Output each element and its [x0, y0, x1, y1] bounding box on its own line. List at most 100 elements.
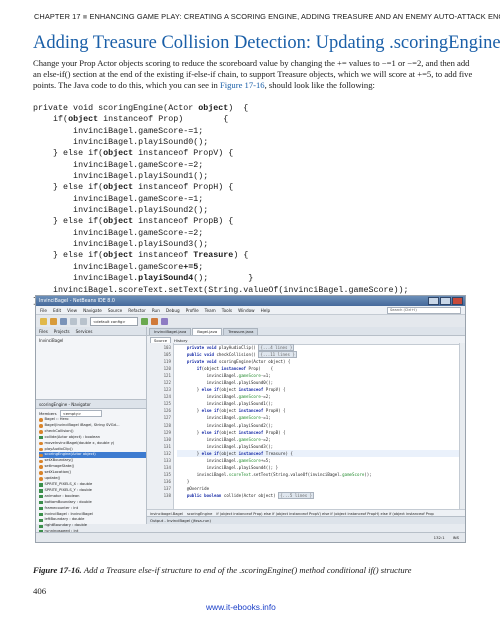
code-line[interactable]: public boolean collide(Actor object) {..… — [177, 491, 465, 499]
line-number: 134 — [163, 464, 171, 470]
tab-projects[interactable]: Projects — [54, 329, 70, 334]
line-number: 136 — [163, 478, 171, 484]
status-mode: INS — [452, 535, 459, 540]
menu-item-team[interactable]: Team — [205, 308, 216, 313]
run-icon[interactable] — [141, 317, 148, 325]
maximize-icon[interactable] — [440, 297, 451, 305]
line-number: 121 — [163, 373, 171, 379]
code-line[interactable]: invinciBagel.gameScore-=2; — [177, 393, 465, 400]
code-line[interactable]: invinciBagel.scoreText.setText(String.va… — [177, 471, 465, 478]
line-number: 132 — [163, 450, 171, 456]
status-bar: 132:1 INS — [36, 532, 465, 542]
editor-tab[interactable]: Treasure.java — [223, 327, 259, 335]
code-line[interactable]: @Override — [177, 485, 465, 492]
menu-item-window[interactable]: Window — [238, 308, 255, 313]
line-number: 105 — [163, 352, 171, 358]
editor-lines[interactable]: private void playAudioClip() {...4 lines… — [174, 343, 465, 510]
menu-item-tools[interactable]: Tools — [222, 308, 232, 313]
line-number: 120 — [163, 366, 171, 372]
navigator-filter-select[interactable]: <empty> — [59, 409, 102, 417]
config-combo[interactable]: <default config> — [90, 316, 138, 326]
code-line[interactable]: invinciBagel.gameScore-=2; — [177, 436, 465, 443]
menu-item-help[interactable]: Help — [261, 308, 271, 313]
project-tabs: Files Projects Services — [36, 327, 146, 336]
code-line: invinciBagel.gameScore+=5; — [33, 261, 204, 272]
code-line[interactable]: private void playAudioClip() {...4 lines… — [177, 344, 465, 351]
redo-icon[interactable] — [80, 317, 87, 325]
code-line: } else if(object instanceof PropH) { — [33, 182, 234, 193]
code-line[interactable]: private void scoringEngine(Actor object)… — [177, 358, 465, 365]
field-icon — [39, 512, 43, 517]
code-line[interactable]: if(object instanceof Prop) { — [177, 365, 465, 372]
menu-item-view[interactable]: View — [67, 308, 77, 313]
caption-text: Add a Treasure else-if structure to end … — [83, 565, 412, 575]
menu-item-debug[interactable]: Debug — [166, 308, 180, 313]
code-line[interactable]: invinciBagel.playiSound4(); } — [177, 464, 465, 471]
page-number: 406 — [33, 586, 47, 596]
debug-icon[interactable] — [151, 317, 158, 325]
breadcrumb-item[interactable]: scoringEngine — [187, 512, 212, 516]
minimize-icon[interactable] — [428, 297, 439, 305]
code-line[interactable]: } else if(object instanceof Treasure) { — [177, 449, 465, 457]
undo-icon[interactable] — [70, 317, 77, 325]
code-line: invinciBagel.playiSound4(); } — [33, 273, 254, 284]
code-line[interactable]: public void checkCollision() {...11 line… — [177, 351, 465, 359]
output-tab[interactable]: Output - InvinciBagel (jfxsa-run) — [147, 516, 465, 524]
save-all-icon[interactable] — [60, 317, 67, 325]
code-line[interactable]: } else if(object instanceof PropV) { — [177, 386, 465, 393]
tab-services[interactable]: Services — [76, 329, 93, 334]
code-line[interactable]: } — [177, 478, 465, 485]
code-line[interactable]: invinciBagel.gameScore-=1; — [177, 372, 465, 379]
editor-tab[interactable]: Bagel.java — [192, 327, 223, 335]
editor-mode-history[interactable]: History — [174, 338, 188, 343]
code-line[interactable]: invinciBagel.playiSound1(); — [177, 400, 465, 407]
code-line[interactable]: invinciBagel.gameScore+=5; — [177, 457, 465, 464]
menu-item-refactor[interactable]: Refactor — [128, 308, 146, 313]
close-icon[interactable] — [452, 297, 463, 305]
line-number: 135 — [163, 471, 171, 477]
editor-code-area[interactable]: 103 105 119 120 121 122 123 124 125 126 127 128 129 1… — [147, 343, 465, 510]
menu-item-edit[interactable]: Edit — [53, 308, 61, 313]
method-icon — [39, 465, 43, 469]
code-listing: private void scoringEngine(Actor object)… — [33, 103, 483, 307]
status-position: 132:1 — [433, 535, 445, 540]
code-line[interactable]: invinciBagel.playiSound2(); — [177, 422, 465, 429]
field-icon — [39, 435, 43, 440]
code-line: invinciBagel.playiSound0(); — [33, 137, 209, 148]
editor-tab[interactable]: InvinciBagel.java — [149, 327, 192, 335]
editor-scrollbar[interactable] — [459, 343, 465, 510]
figure-link[interactable]: Figure 17-16 — [220, 80, 265, 90]
code-line[interactable]: } else if(object instanceof PropH) { — [177, 407, 465, 414]
code-line: invinciBagel.playiSound1(); — [33, 171, 209, 182]
line-number: 131 — [163, 443, 171, 449]
method-icon — [39, 447, 43, 452]
menu-item-run[interactable]: Run — [152, 308, 160, 313]
menu-item-profile[interactable]: Profile — [186, 308, 199, 313]
ide-window-title: InvinciBagel - NetBeans IDE 8.0 — [39, 298, 115, 304]
project-node[interactable]: InvinciBagel — [39, 338, 63, 343]
new-project-icon[interactable] — [40, 317, 47, 325]
ide-menubar: File Edit View Navigate Source Refactor Run Deb… — [36, 306, 465, 315]
field-icon — [39, 500, 43, 505]
field-icon — [39, 518, 43, 523]
code-line[interactable]: invinciBagel.playiSound0(); — [177, 379, 465, 386]
menu-item-source[interactable]: Source — [108, 308, 122, 313]
breadcrumb-item[interactable]: invincibagel.Bagel — [150, 512, 183, 516]
breadcrumb-item[interactable]: if (object instanceof Prop) else if (obj… — [216, 512, 433, 516]
code-line[interactable]: invinciBagel.playiSound3(); — [177, 443, 465, 450]
code-line[interactable]: invinciBagel.gameScore-=1; — [177, 414, 465, 421]
menu-item-navigate[interactable]: Navigate — [83, 308, 102, 313]
code-line[interactable]: } else if(object instanceof PropB) { — [177, 429, 465, 436]
footer-link[interactable]: www.it-ebooks.info — [206, 602, 276, 612]
ide-search-input[interactable]: Search (Ctrl+I) — [387, 306, 461, 314]
profile-icon[interactable] — [161, 317, 168, 325]
field-icon — [39, 483, 43, 487]
menu-item-file[interactable]: File — [40, 308, 47, 313]
open-folder-icon[interactable] — [50, 317, 57, 325]
method-icon — [39, 453, 43, 458]
line-number: 130 — [163, 436, 171, 442]
code-line: } else if(object instanceof Treasure) { — [33, 250, 249, 261]
method-icon — [39, 418, 43, 422]
code-line: if(object instanceof Prop) { — [33, 114, 229, 125]
tab-files[interactable]: Files — [39, 329, 48, 334]
